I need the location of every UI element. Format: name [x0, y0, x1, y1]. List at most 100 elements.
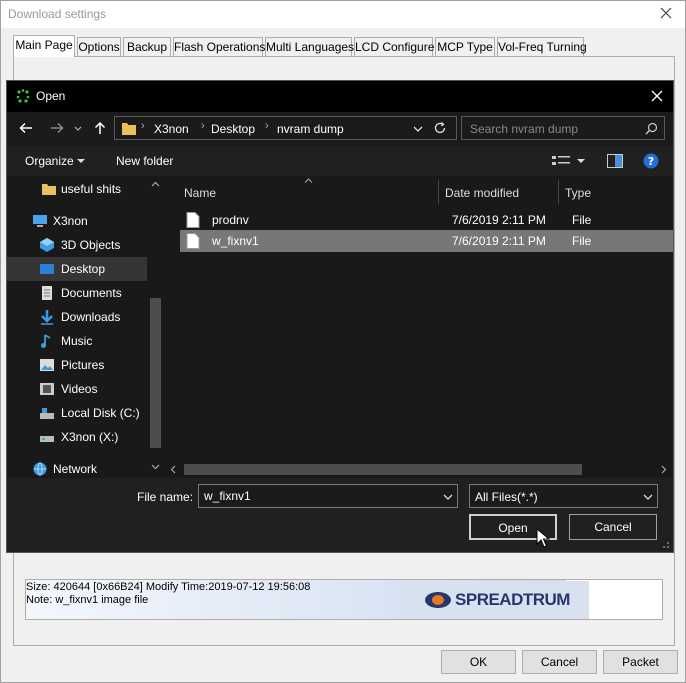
file-name: prodnv: [212, 213, 249, 227]
file-name-field[interactable]: [198, 484, 458, 508]
chevron-down-icon[interactable]: [643, 492, 653, 502]
app-icon: [16, 89, 30, 103]
breadcrumb-desktop[interactable]: Desktop: [211, 122, 255, 136]
forward-arrow-icon[interactable]: [49, 120, 65, 136]
column-divider[interactable]: [558, 180, 559, 204]
file-name-input[interactable]: [199, 485, 435, 507]
file-row-w-fixnv1[interactable]: w_fixnv1 7/6/2019 2:11 PM File: [180, 230, 673, 252]
sidebar-scrollbar[interactable]: [147, 176, 164, 478]
address-bar[interactable]: › X3non › Desktop › nvram dump: [114, 116, 457, 140]
sidebar-item-label: useful shits: [61, 182, 122, 196]
sidebar-item-downloads[interactable]: Downloads: [7, 305, 147, 329]
svg-text:?: ?: [648, 155, 654, 168]
navigation-pane: useful shits X3non 3D Objects Desktop Do…: [7, 176, 164, 478]
column-date-modified[interactable]: Date modified: [445, 186, 519, 200]
cancel-button[interactable]: Cancel: [569, 514, 657, 540]
sidebar-item-desktop[interactable]: Desktop: [7, 257, 147, 281]
search-placeholder: Search nvram dump: [470, 122, 579, 136]
tab-multi-languages[interactable]: Multi Languages: [265, 37, 354, 57]
documents-icon: [42, 286, 52, 300]
tab-main-page[interactable]: Main Page: [13, 35, 75, 57]
downloads-icon: [41, 310, 53, 325]
folder-icon: [122, 123, 136, 135]
file-list-scrollbar[interactable]: [164, 461, 673, 478]
local-disk-icon: [40, 408, 54, 419]
packet-button[interactable]: Packet: [603, 650, 678, 674]
close-icon[interactable]: [649, 88, 665, 104]
refresh-icon[interactable]: [433, 121, 447, 135]
computer-icon: [33, 215, 47, 227]
cancel-button[interactable]: Cancel: [522, 650, 597, 674]
file-info-line: Size: 420644 [0x66B24] Modify Time:2019-…: [26, 581, 311, 593]
sidebar-item-music[interactable]: Music: [7, 329, 147, 353]
view-options-icon[interactable]: [552, 155, 570, 167]
preview-pane-icon[interactable]: [607, 154, 623, 168]
3d-objects-icon: [40, 238, 54, 252]
close-icon[interactable]: [658, 5, 674, 21]
sidebar-item-label: Local Disk (C:): [61, 406, 140, 420]
sidebar-item-3d-objects[interactable]: 3D Objects: [7, 233, 147, 257]
file-type-select[interactable]: All Files(*.*): [469, 484, 658, 508]
dialog-title-bar: Open: [7, 81, 673, 112]
sidebar-item-x3non-drive[interactable]: X3non (X:): [7, 425, 147, 449]
up-arrow-icon[interactable]: [92, 120, 108, 136]
sidebar-item-videos[interactable]: Videos: [7, 377, 147, 401]
sidebar-item-local-disk[interactable]: Local Disk (C:): [7, 401, 147, 425]
organize-button[interactable]: Organize: [25, 154, 74, 168]
sidebar-item-label: Downloads: [61, 310, 121, 324]
tab-mcp-type[interactable]: MCP Type: [435, 37, 495, 57]
sidebar-item-useful-shits[interactable]: useful shits: [7, 177, 147, 201]
network-icon: [33, 462, 47, 476]
sidebar-item-documents[interactable]: Documents: [7, 281, 147, 305]
sidebar-item-label: Documents: [61, 286, 122, 300]
sidebar-item-x3non[interactable]: X3non: [7, 209, 147, 233]
breadcrumb-separator: ›: [265, 120, 269, 132]
breadcrumb-x3non[interactable]: X3non: [154, 122, 189, 136]
resize-grip-icon[interactable]: [660, 539, 670, 549]
scrollbar-thumb[interactable]: [184, 464, 582, 475]
back-arrow-icon[interactable]: [18, 120, 34, 136]
tab-backup[interactable]: Backup: [123, 37, 171, 57]
scroll-left-icon[interactable]: [170, 465, 176, 474]
scroll-down-icon[interactable]: [151, 464, 160, 470]
sidebar-item-network[interactable]: Network: [7, 457, 147, 478]
search-icon[interactable]: [645, 122, 658, 135]
chevron-down-icon[interactable]: [413, 124, 423, 134]
tab-flash-operations[interactable]: Flash Operations: [173, 37, 265, 57]
column-divider[interactable]: [438, 180, 439, 204]
sidebar-item-label: Pictures: [61, 358, 105, 372]
breadcrumb-separator: ›: [201, 120, 205, 132]
column-type[interactable]: Type: [565, 186, 591, 200]
file-date: 7/6/2019 2:11 PM: [452, 234, 546, 248]
recent-locations-icon[interactable]: [73, 120, 83, 136]
tab-options[interactable]: Options: [77, 37, 121, 57]
file-type: File: [572, 213, 592, 227]
tab-vol-freq-turning[interactable]: Vol-Freq Turning: [497, 37, 587, 57]
ok-button[interactable]: OK: [441, 650, 516, 674]
window-title: Download settings: [8, 7, 107, 21]
tab-lcd-configure[interactable]: LCD Configure: [354, 37, 434, 57]
new-folder-button[interactable]: New folder: [116, 154, 173, 168]
sidebar-item-pictures[interactable]: Pictures: [7, 353, 147, 377]
scroll-right-icon[interactable]: [661, 465, 667, 474]
chevron-down-icon[interactable]: [77, 157, 85, 165]
breadcrumb-nvram-dump[interactable]: nvram dump: [277, 122, 344, 136]
breadcrumb-separator: ›: [141, 120, 145, 132]
chevron-down-icon[interactable]: [577, 157, 585, 165]
file-type-value: All Files(*.*): [475, 490, 538, 504]
chevron-down-icon[interactable]: [443, 492, 453, 502]
sidebar-item-label: Network: [53, 462, 98, 476]
help-icon[interactable]: ?: [643, 153, 659, 169]
file-row-prodnv[interactable]: prodnv 7/6/2019 2:11 PM File: [180, 209, 673, 231]
sidebar-item-label: X3non (X:): [61, 430, 119, 444]
videos-icon: [40, 383, 54, 395]
file-date: 7/6/2019 2:11 PM: [452, 213, 546, 227]
spreadtrum-logo-icon: [425, 592, 452, 608]
column-name[interactable]: Name: [184, 186, 216, 200]
scrollbar-thumb[interactable]: [150, 298, 161, 448]
scroll-up-icon[interactable]: [151, 181, 160, 187]
sidebar-item-label: Desktop: [61, 262, 106, 276]
mouse-cursor-icon: [536, 528, 550, 548]
file-info-panel: Size: 420644 [0x66B24] Modify Time:2019-…: [25, 579, 663, 620]
search-box[interactable]: Search nvram dump: [461, 116, 665, 140]
